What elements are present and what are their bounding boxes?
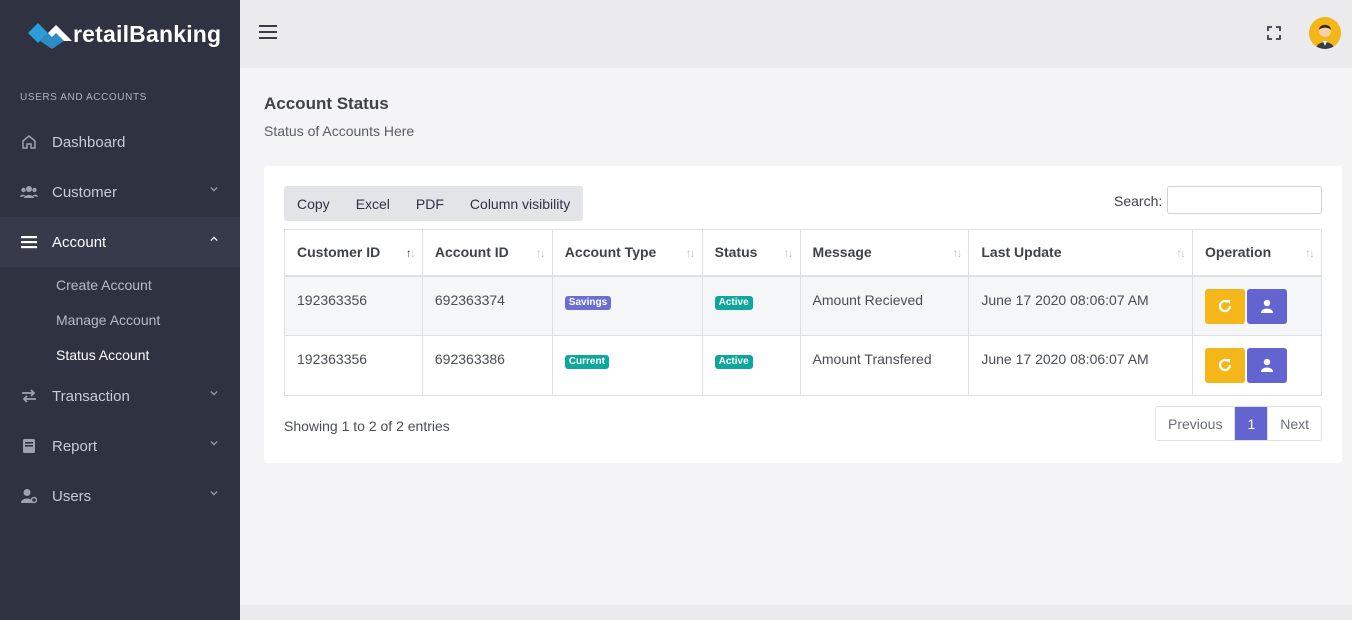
- footer-strip: [240, 605, 1352, 620]
- column-header-customer-id[interactable]: Customer ID ↑↓: [284, 229, 423, 277]
- sidebar-item-transaction[interactable]: Transaction: [0, 371, 240, 421]
- cell-customer-id: 192363356: [284, 275, 423, 336]
- refresh-icon: [1218, 358, 1232, 372]
- search-input[interactable]: [1167, 186, 1322, 214]
- sidebar-item-label: Account: [52, 233, 107, 251]
- sort-icon: ↑↓: [952, 246, 962, 260]
- column-header-account-type[interactable]: Account Type ↑↓: [551, 229, 703, 277]
- cell-account-type: Savings: [551, 275, 703, 336]
- user-avatar-icon: [1309, 17, 1341, 49]
- cell-status: Active: [701, 275, 801, 336]
- brand-logo-icon: [28, 23, 72, 49]
- cell-message: Amount Transfered: [799, 335, 970, 396]
- cell-message: Amount Recieved: [799, 275, 970, 336]
- account-type-badge: Current: [564, 355, 609, 369]
- chevron-up-icon: [210, 236, 218, 242]
- pagination: Previous 1 Next: [1155, 406, 1323, 441]
- page-1-button[interactable]: 1: [1234, 407, 1269, 440]
- refresh-button[interactable]: [1205, 348, 1246, 383]
- refresh-icon: [1218, 299, 1232, 312]
- menu-bars-icon: [20, 233, 38, 251]
- table-row: 192363356 692363374 Savings Active Amoun…: [284, 275, 1322, 336]
- avatar[interactable]: [1309, 17, 1341, 49]
- column-header-operation[interactable]: Operation ↑↓: [1192, 229, 1322, 277]
- cell-status: Active: [701, 335, 801, 396]
- cell-last-update: June 17 2020 08:06:07 AM: [968, 275, 1194, 336]
- chevron-down-icon: [210, 440, 218, 446]
- refresh-button[interactable]: [1205, 288, 1246, 324]
- sort-icon: ↑↓: [1305, 246, 1315, 260]
- fullscreen-icon[interactable]: [1267, 26, 1281, 40]
- sidebar-subitem-manage-account[interactable]: Manage Account: [56, 312, 160, 328]
- accounts-table: Customer ID ↑↓ Account ID ↑↓ Account Type ↑…: [284, 229, 1322, 396]
- account-type-badge: Savings: [564, 295, 612, 310]
- cell-customer-id: 192363356: [284, 335, 423, 396]
- users-group-icon: [20, 183, 38, 201]
- sidebar-item-label: Customer: [52, 183, 118, 201]
- sidebar-item-users[interactable]: Users: [0, 471, 240, 521]
- chevron-down-icon: [210, 186, 218, 192]
- home-icon: [20, 133, 38, 151]
- sort-icon: ↑↓: [783, 246, 794, 260]
- sidebar-item-account[interactable]: Account: [0, 217, 240, 267]
- copy-button[interactable]: Copy: [284, 186, 343, 221]
- cell-account-type: Current: [551, 335, 703, 396]
- sidebar-item-report[interactable]: Report: [0, 421, 240, 471]
- next-page-button[interactable]: Next: [1268, 407, 1321, 440]
- table-row: 192363356 692363386 Current Active Amoun…: [284, 335, 1322, 396]
- page-title: Account Status: [264, 94, 389, 113]
- sidebar-item-label: Report: [52, 437, 98, 455]
- hamburger-menu-icon[interactable]: [259, 25, 277, 41]
- column-visibility-button[interactable]: Column visibility: [457, 186, 583, 221]
- brand-name: retailBanking: [73, 20, 222, 47]
- sidebar-item-dashboard[interactable]: Dashboard: [0, 117, 240, 167]
- sidebar-item-label: Transaction: [52, 387, 130, 405]
- column-header-message[interactable]: Message ↑↓: [799, 229, 970, 277]
- status-badge: Active: [714, 355, 753, 369]
- export-button-group: Copy Excel PDF Column visibility: [284, 186, 584, 221]
- user-cog-icon: [20, 487, 38, 505]
- sidebar-subitem-create-account[interactable]: Create Account: [56, 277, 152, 293]
- sidebar-subitem-status-account[interactable]: Status Account: [56, 347, 149, 363]
- previous-page-button[interactable]: Previous: [1156, 407, 1234, 440]
- view-user-button[interactable]: [1247, 288, 1288, 324]
- view-user-button[interactable]: [1247, 348, 1288, 383]
- status-badge: Active: [714, 295, 753, 310]
- search-label: Search:: [1114, 193, 1163, 209]
- account-status-card: Copy Excel PDF Column visibility Search:…: [264, 166, 1342, 463]
- sort-icon: ↑↓: [1176, 246, 1186, 260]
- column-header-account-id[interactable]: Account ID ↑↓: [421, 229, 553, 277]
- chevron-down-icon: [210, 390, 218, 396]
- section-label: USERS AND ACCOUNTS: [20, 92, 147, 103]
- page-subtitle: Status of Accounts Here: [264, 123, 415, 139]
- book-icon: [20, 437, 38, 455]
- sidebar-item-label: Users: [52, 487, 92, 505]
- cell-operation: [1192, 335, 1322, 396]
- sidebar-item-customer[interactable]: Customer: [0, 167, 240, 217]
- sidebar-item-label: Dashboard: [52, 133, 126, 151]
- table-info: Showing 1 to 2 of 2 entries: [284, 418, 450, 434]
- column-header-status[interactable]: Status ↑↓: [701, 229, 801, 277]
- sidebar: retailBanking USERS AND ACCOUNTS Dashboa…: [0, 0, 240, 620]
- user-icon: [1261, 299, 1274, 313]
- top-header: [240, 0, 1352, 68]
- cell-account-id: 692363386: [421, 335, 553, 396]
- exchange-icon: [20, 387, 38, 405]
- sort-icon: ↑↓: [535, 246, 546, 260]
- brand[interactable]: retailBanking: [0, 0, 240, 68]
- cell-operation: [1192, 275, 1322, 336]
- cell-account-id: 692363374: [421, 275, 553, 336]
- column-header-last-update[interactable]: Last Update ↑↓: [968, 229, 1194, 277]
- table-header-row: Customer ID ↑↓ Account ID ↑↓ Account Type ↑…: [284, 229, 1322, 277]
- sort-icon: ↑↓: [685, 246, 696, 260]
- pdf-button[interactable]: PDF: [403, 186, 457, 221]
- excel-button[interactable]: Excel: [343, 186, 403, 221]
- chevron-down-icon: [210, 490, 218, 496]
- sort-asc-icon: ↑↓: [405, 246, 416, 260]
- user-icon: [1261, 358, 1274, 372]
- cell-last-update: June 17 2020 08:06:07 AM: [968, 335, 1194, 396]
